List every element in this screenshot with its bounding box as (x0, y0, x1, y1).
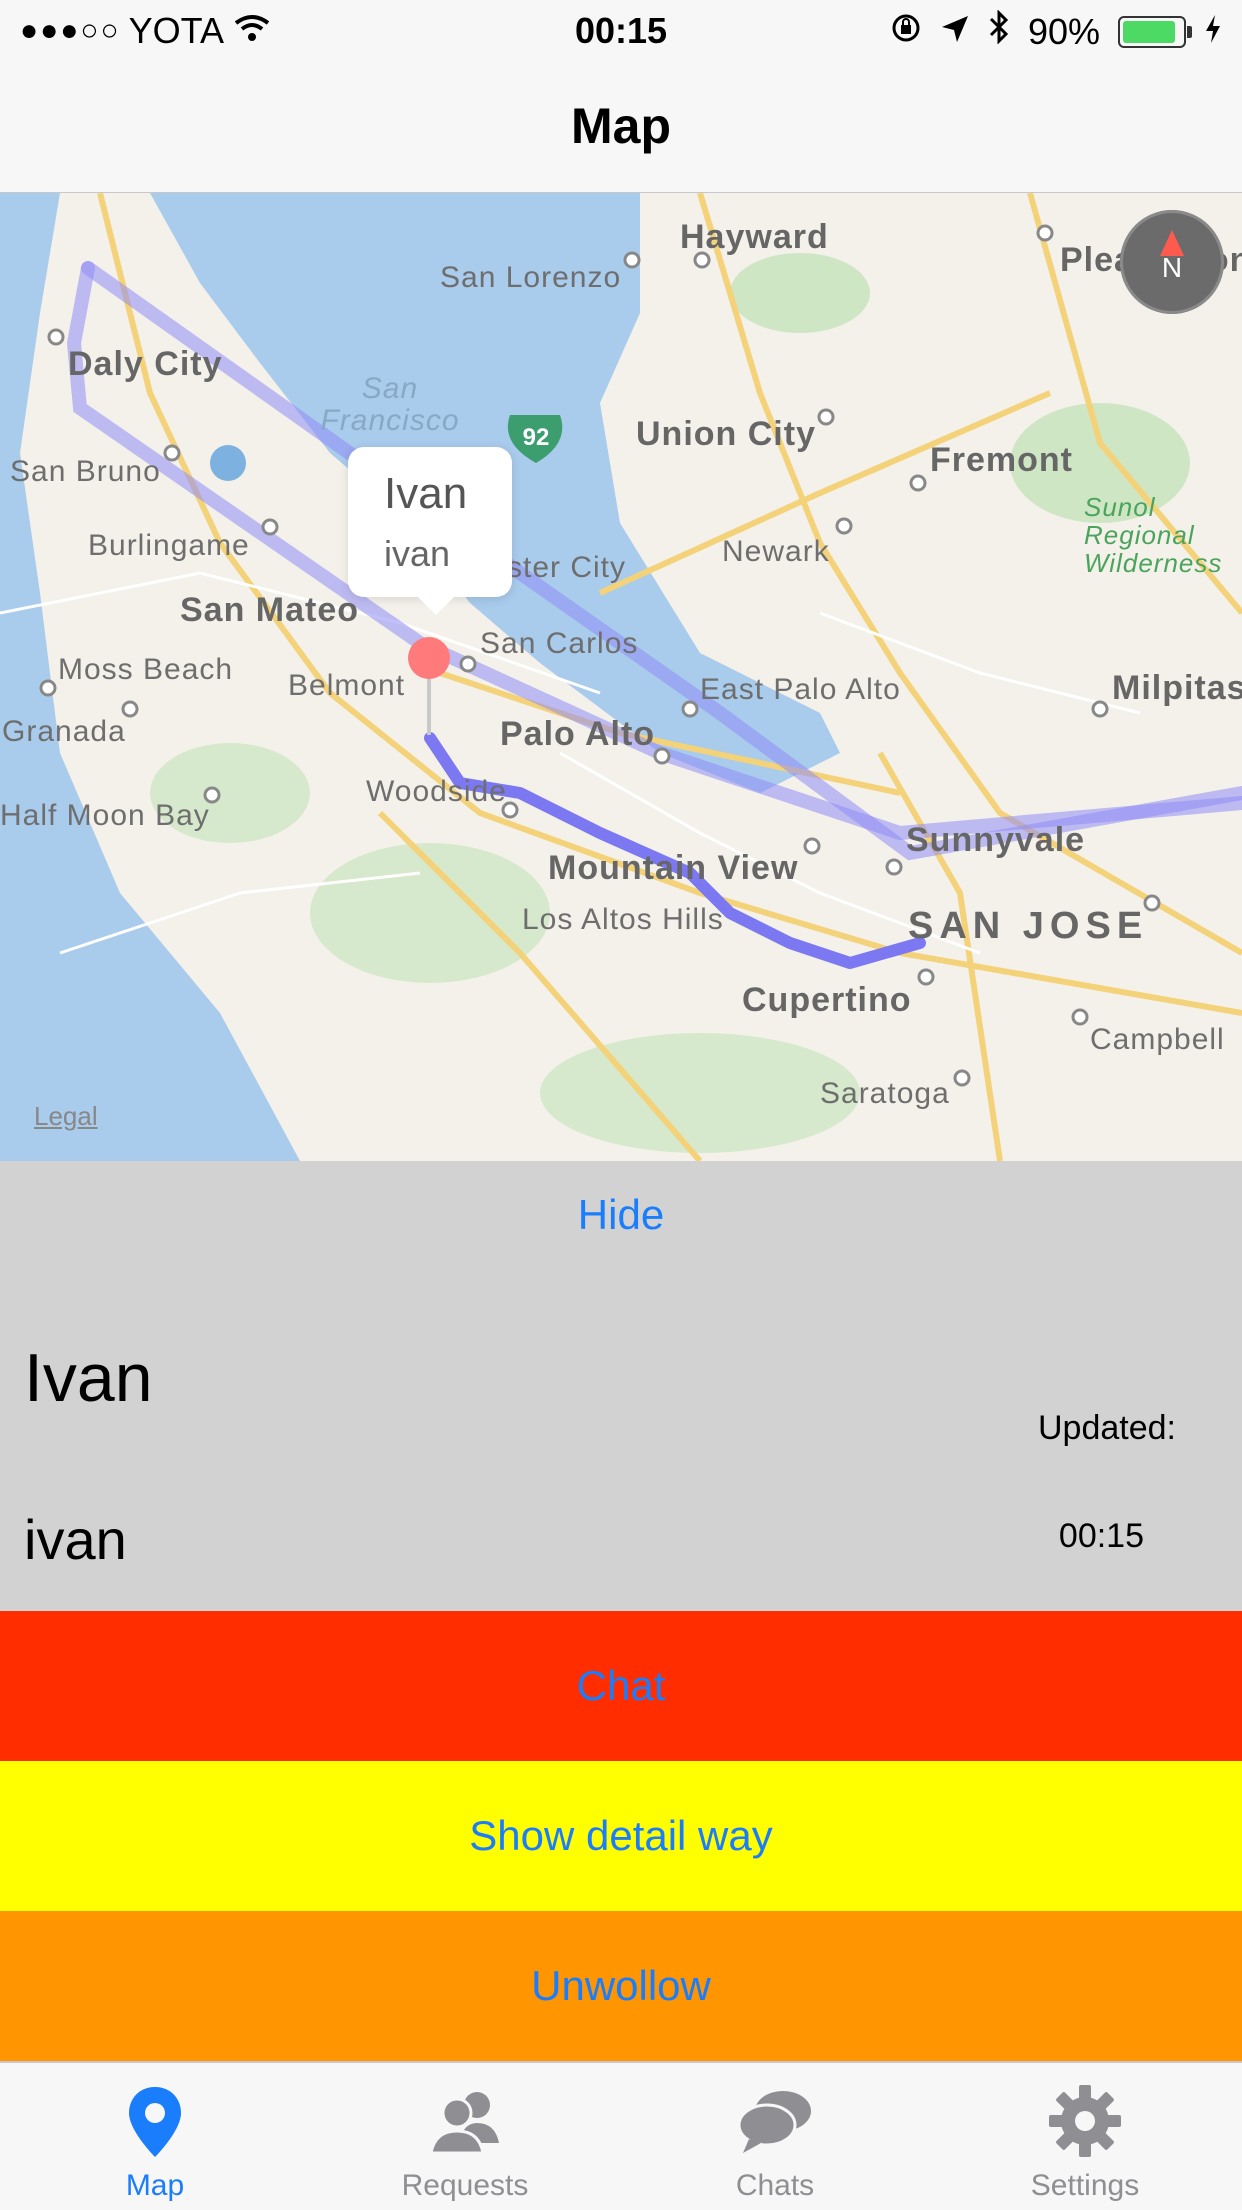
place-label: East Palo Alto (700, 673, 901, 706)
chat-button[interactable]: Chat (0, 1611, 1242, 1761)
compass-button[interactable]: N (1120, 210, 1224, 314)
tab-map[interactable]: Map (0, 2063, 310, 2210)
place-label: Palo Alto (500, 715, 656, 753)
status-right: 90% (890, 9, 1222, 53)
tab-label: Requests (401, 2169, 529, 2202)
updated-time: 00:15 (1058, 1517, 1144, 1555)
tab-label: Chats (735, 2169, 815, 2202)
tab-label: Settings (1030, 2169, 1140, 2202)
park-area (730, 253, 870, 333)
unfollow-button-label: Unwollow (531, 1962, 711, 2009)
updated-label: Updated: (1038, 1409, 1176, 1447)
callout-title: Ivan (384, 469, 468, 518)
legal-link[interactable]: Legal (34, 1101, 98, 1132)
chat-button-label: Chat (576, 1662, 666, 1709)
airport-icon (210, 445, 246, 481)
park-area (540, 1033, 860, 1153)
place-label: Milpitas (1112, 669, 1242, 707)
place-label: Daly City (68, 345, 223, 383)
place-label: San Carlos (480, 627, 639, 660)
annotation-callout[interactable]: Ivan ivan (348, 447, 512, 615)
callout-subtitle: ivan (384, 533, 451, 574)
map-view[interactable]: 92 Hayward San Lorenzo Pleasanton Daly C… (0, 193, 1242, 1161)
place-label: Woodside (366, 775, 507, 808)
place-label: San Lorenzo (440, 261, 622, 294)
charging-bolt-icon (1204, 11, 1222, 53)
place-label: Saratoga (820, 1077, 950, 1110)
unfollow-button[interactable]: Unwollow (0, 1911, 1242, 2061)
user-name: Ivan (24, 1340, 153, 1416)
status-bar: ●●●○○ YOTA 00:15 90% (0, 0, 1242, 60)
navigation-bar: Map (0, 60, 1242, 194)
page-title: Map (571, 98, 671, 154)
place-label: San Francisco (320, 372, 460, 437)
place-label: Half Moon Bay (0, 799, 210, 832)
map-pin-stick (427, 677, 431, 735)
tab-requests[interactable]: Requests (310, 2063, 620, 2210)
gear-icon (1049, 2085, 1121, 2157)
svg-text:92: 92 (523, 424, 550, 451)
place-label: Sunol Regional Wilderness (1084, 492, 1223, 578)
place-label: Newark (722, 535, 830, 568)
hide-button[interactable]: Hide (0, 1191, 1242, 1239)
place-label: San Mateo (180, 591, 360, 629)
people-icon (429, 2092, 499, 2155)
tab-bar: Map Requests Chats Settings (0, 2061, 1242, 2210)
bluetooth-icon (988, 9, 1010, 53)
place-label: Sunnyvale (906, 821, 1086, 859)
compass-label: N (1161, 252, 1183, 283)
user-info-panel: Hide Ivan ivan Updated: 00:15 (0, 1161, 1242, 1611)
place-label: Burlingame (88, 529, 250, 562)
chat-bubbles-icon (737, 2091, 811, 2153)
map-pin-icon (129, 2087, 181, 2157)
place-label: Campbell (1090, 1023, 1225, 1056)
place-label: Moss Beach (58, 653, 234, 686)
place-label: SAN JOSE (908, 905, 1149, 947)
battery-percent: 90% (1027, 10, 1100, 52)
user-username: ivan (24, 1508, 127, 1571)
place-label: Los Altos Hills (522, 903, 724, 936)
place-label: Union City (636, 415, 816, 453)
show-detail-way-button[interactable]: Show detail way (0, 1761, 1242, 1911)
tab-settings[interactable]: Settings (930, 2063, 1240, 2210)
location-arrow-icon (940, 11, 970, 53)
place-label: Mountain View (548, 849, 799, 887)
place-label: Hayward (680, 218, 829, 256)
place-label: Cupertino (742, 981, 912, 1019)
place-label: Granada (2, 715, 126, 748)
place-label: Fremont (930, 441, 1073, 479)
map-pin-icon[interactable] (408, 637, 450, 679)
place-label: Belmont (288, 669, 406, 702)
place-label: San Bruno (10, 455, 161, 488)
battery-icon (1118, 15, 1192, 48)
show-detail-way-label: Show detail way (469, 1812, 773, 1859)
tab-chats[interactable]: Chats (620, 2063, 930, 2210)
tab-label: Map (125, 2169, 185, 2202)
orientation-lock-icon (890, 11, 922, 53)
